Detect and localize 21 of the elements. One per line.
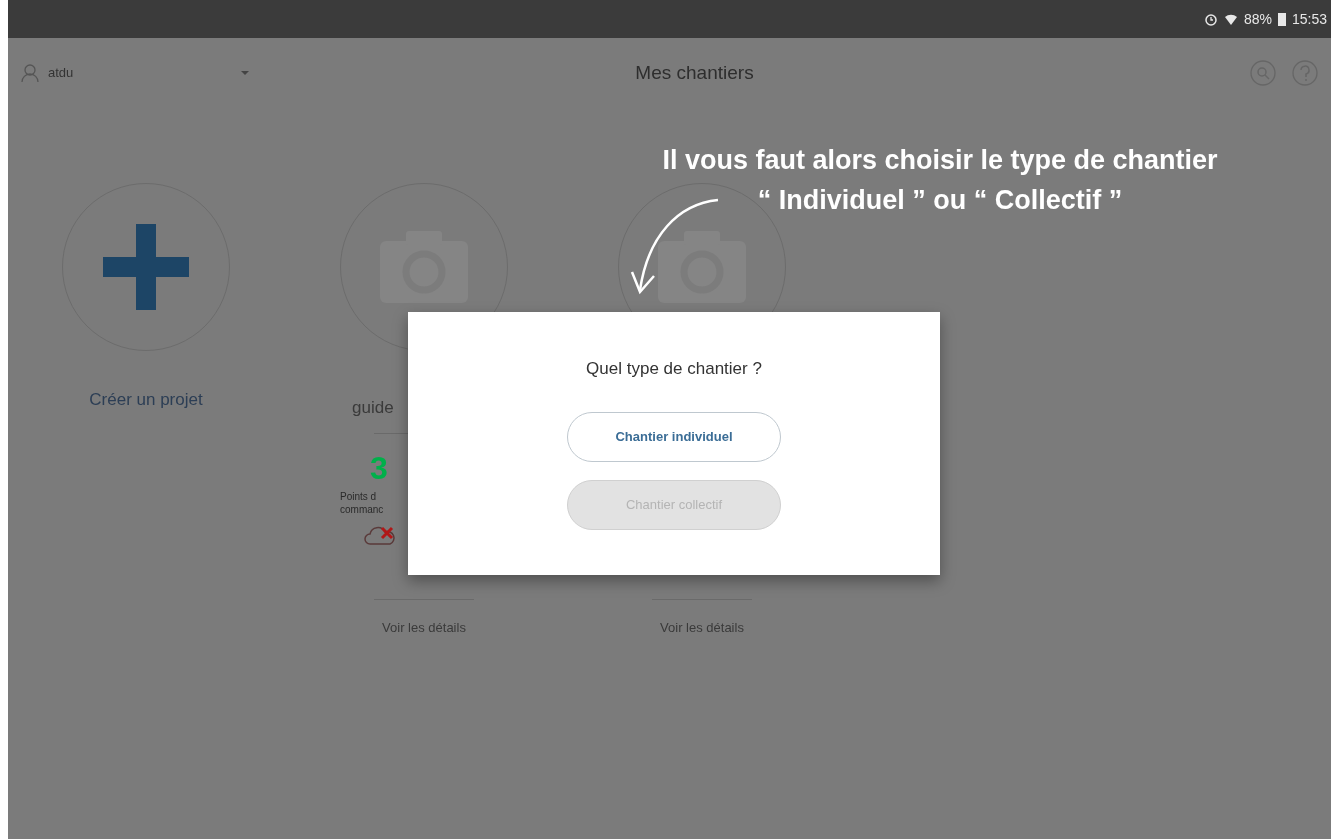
details-link[interactable]: Voir les détails: [382, 617, 466, 637]
battery-icon: [1277, 12, 1286, 26]
annotation-text: Il vous faut alors choisir le type de chantier: [662, 144, 1218, 177]
create-project-label[interactable]: Créer un projet: [89, 387, 203, 413]
page-title: Mes chantiers: [635, 60, 754, 85]
caret-icon[interactable]: [240, 70, 250, 76]
dialog-title: Quel type de chantier ?: [586, 358, 762, 380]
wifi-icon: [1223, 12, 1238, 26]
user-name[interactable]: atdu: [48, 63, 74, 83]
battery-percent: 88%: [1243, 9, 1272, 29]
details-link[interactable]: Voir les détails: [660, 617, 744, 637]
points-label: commanc: [340, 502, 384, 516]
points-count: 3: [370, 451, 388, 484]
plus-icon: [103, 224, 189, 310]
alarm-icon: [1203, 12, 1218, 26]
project-name: guide: [352, 397, 394, 419]
points-label: Points d: [340, 489, 378, 503]
annotation-text: “ Individuel ” ou “ Collectif ”: [757, 184, 1123, 217]
chantier-type-button[interactable]: Chantier individuel: [567, 411, 781, 462]
clock: 15:53: [1291, 9, 1327, 29]
user-icon[interactable]: [20, 63, 40, 83]
